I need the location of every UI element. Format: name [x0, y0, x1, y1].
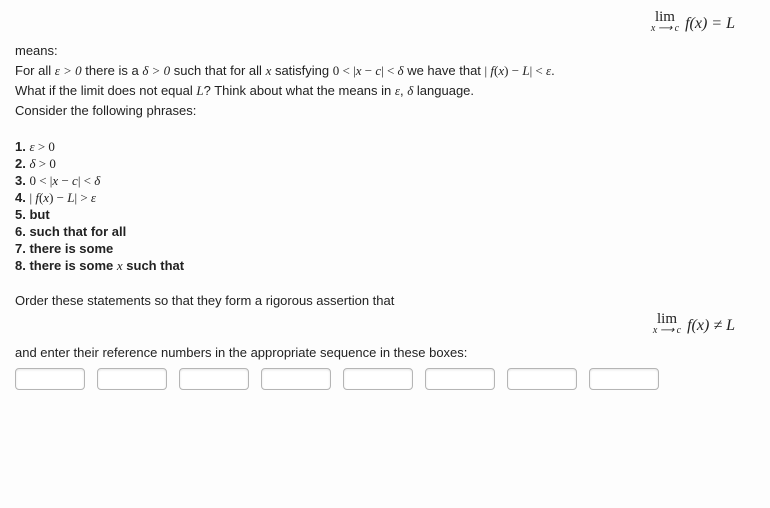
- answer-box-7[interactable]: [507, 368, 577, 390]
- phrase-list: 1. ε > 0 2. δ > 0 3. 0 < |x − c| < δ 4. …: [15, 138, 755, 274]
- lim-label: lim: [653, 312, 681, 326]
- phrase-1: 1. ε > 0: [15, 138, 755, 155]
- phrase-num: 1.: [15, 139, 29, 154]
- phrase-math: | f(x) − L| > ε: [29, 190, 96, 205]
- enter-prompt: and enter their reference numbers in the…: [15, 344, 755, 362]
- question-line: What if the limit does not equal L? Thin…: [15, 82, 755, 100]
- lim-subscript: x ⟶ c: [653, 326, 681, 336]
- order-prompt: Order these statements so that they form…: [15, 292, 755, 310]
- lim-expr: f(x) ≠ L: [687, 317, 735, 334]
- lim-label: lim: [651, 10, 679, 24]
- math-ineq1: 0 < |x − c| < δ: [333, 63, 404, 78]
- text-frag: .: [551, 63, 555, 78]
- answer-box-6[interactable]: [425, 368, 495, 390]
- answer-inputs-row: [15, 368, 755, 390]
- epsilon-delta-definition: For all ε > 0 there is a δ > 0 such that…: [15, 62, 755, 80]
- equation-limit-equals-L: lim x ⟶ c f(x) = L: [15, 10, 755, 42]
- text-frag: What if the limit does not equal: [15, 83, 196, 98]
- phrase-6: 6. such that for all: [15, 223, 755, 240]
- lim-expr: f(x) = L: [685, 15, 735, 32]
- text-frag: satisfying: [271, 63, 332, 78]
- answer-box-8[interactable]: [589, 368, 659, 390]
- math-delta-gt-0: δ > 0: [142, 63, 170, 78]
- text-frag: For all: [15, 63, 55, 78]
- equation-limit-neq-L: lim x ⟶ c f(x) ≠ L: [15, 312, 755, 344]
- phrase-num: 3.: [15, 173, 29, 188]
- text-frag: ? Think about what the means in: [204, 83, 395, 98]
- means-label: means:: [15, 42, 755, 60]
- phrase-num: 4.: [15, 190, 29, 205]
- answer-box-2[interactable]: [97, 368, 167, 390]
- phrase-math: ε > 0: [29, 139, 54, 154]
- text-frag: 8. there is some: [15, 258, 117, 273]
- phrase-num: 2.: [15, 156, 29, 171]
- text-frag: such that: [123, 258, 184, 273]
- text-frag: we have that: [404, 63, 485, 78]
- lim-subscript: x ⟶ c: [651, 24, 679, 34]
- phrase-math: 0 < |x − c| < δ: [29, 173, 100, 188]
- phrase-3: 3. 0 < |x − c| < δ: [15, 172, 755, 189]
- answer-box-5[interactable]: [343, 368, 413, 390]
- answer-box-1[interactable]: [15, 368, 85, 390]
- phrase-4: 4. | f(x) − L| > ε: [15, 189, 755, 206]
- answer-box-3[interactable]: [179, 368, 249, 390]
- text-frag: there is a: [82, 63, 143, 78]
- phrase-math: δ > 0: [29, 156, 55, 171]
- math-L: L: [196, 83, 203, 98]
- text-frag: language.: [413, 83, 474, 98]
- phrase-2: 2. δ > 0: [15, 155, 755, 172]
- phrase-7: 7. there is some: [15, 240, 755, 257]
- phrase-5: 5. but: [15, 206, 755, 223]
- math-eps-gt-0: ε > 0: [55, 63, 82, 78]
- text-frag: such that for all: [170, 63, 265, 78]
- consider-line: Consider the following phrases:: [15, 102, 755, 120]
- phrase-8: 8. there is some x such that: [15, 257, 755, 274]
- math-ineq2: | f(x) − L| < ε: [485, 63, 552, 78]
- answer-box-4[interactable]: [261, 368, 331, 390]
